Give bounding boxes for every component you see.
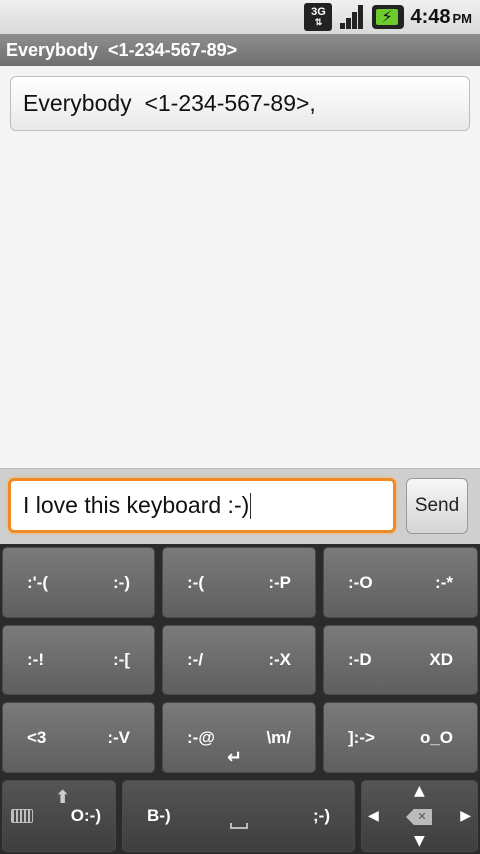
emoticon-left: ]:-> — [348, 727, 375, 747]
emoticon-right: \m/ — [266, 727, 291, 747]
emoticon-keyboard: :'-( :-) :-( :-P :-O :-* :-! :-[ :-/ :-X… — [0, 544, 480, 854]
space-icon — [230, 823, 248, 829]
emoticon-right: XD — [429, 650, 453, 669]
message-input[interactable]: I love this keyboard :-) — [8, 478, 396, 533]
emoticon-left: :-D — [348, 650, 372, 669]
emoticon-left: :-O — [348, 572, 373, 592]
emoticon-right: :-* — [435, 572, 453, 592]
emoticon-right: :-[ — [113, 650, 130, 669]
emoticon-left: :-( — [187, 572, 204, 592]
emoticon-right: o_O — [419, 727, 453, 747]
network-type-label: 3G — [311, 6, 326, 18]
key-r3-c1[interactable]: <3 :-V — [2, 702, 155, 773]
arrow-down-icon[interactable]: ▼ — [414, 833, 425, 849]
emoticon-left: :-/ — [187, 650, 204, 669]
arrow-up-icon[interactable]: ▲ — [414, 783, 425, 799]
emoticon-right: :-X — [268, 650, 291, 669]
clock-time: 4:48 — [410, 5, 451, 28]
mode-key-label: O:-) — [70, 806, 101, 825]
arrow-right-icon[interactable]: ▶ — [460, 808, 471, 824]
text-cursor — [250, 492, 252, 519]
message-text: I love this keyboard :-) — [23, 492, 250, 518]
key-r3-c2[interactable]: :-@ \m/ ↵ — [162, 702, 316, 773]
space-left-emoticon: B-) — [147, 806, 171, 825]
emoticon-left: <3 — [27, 727, 47, 747]
recipients-field[interactable]: Everybody <1-234-567-89>, — [10, 76, 470, 131]
keyboard-icon — [11, 809, 33, 823]
key-r1-c2[interactable]: :-( :-P — [162, 547, 316, 618]
compose-bar: I love this keyboard :-) Send — [0, 468, 480, 544]
mode-key[interactable]: ⬆ O:-) — [2, 780, 116, 852]
conversation-title: Everybody <1-234-567-89> — [6, 39, 238, 60]
clock: 4:48 PM — [410, 6, 472, 29]
arrow-left-icon[interactable]: ◀ — [368, 808, 379, 824]
space-right-emoticon: ;-) — [313, 806, 330, 825]
key-r1-c1[interactable]: :'-( :-) — [2, 547, 155, 618]
delete-icon[interactable]: ✕ — [406, 809, 432, 825]
emoticon-left: :'-( — [27, 572, 49, 592]
shift-up-icon: ⬆ — [55, 787, 71, 808]
recipients-value: Everybody <1-234-567-89>, — [23, 90, 316, 116]
key-r2-c1[interactable]: :-! :-[ — [2, 625, 155, 695]
conversation-title-bar: Everybody <1-234-567-89> — [0, 34, 480, 66]
space-key[interactable]: B-) ;-) — [122, 780, 355, 852]
key-r2-c3[interactable]: :-D XD — [323, 625, 478, 695]
signal-icon — [338, 3, 366, 31]
key-r3-c3[interactable]: ]:-> o_O — [323, 702, 478, 773]
conversation-area — [0, 140, 480, 468]
key-r2-c2[interactable]: :-/ :-X — [162, 625, 316, 695]
dpad-key[interactable]: ▲ ▼ ◀ ▶ ✕ — [361, 780, 478, 852]
3g-icon: 3G ⇅ — [304, 3, 333, 31]
emoticon-left: :-@ — [187, 727, 215, 747]
enter-icon: ↵ — [227, 747, 243, 768]
emoticon-right: :-V — [107, 727, 130, 747]
key-r1-c3[interactable]: :-O :-* — [323, 547, 478, 618]
emoticon-right: :-P — [268, 572, 291, 592]
emoticon-left: :-! — [27, 650, 44, 669]
emoticon-right: :-) — [113, 572, 130, 592]
status-bar: 3G ⇅ 4:48PM — [0, 0, 480, 34]
clock-ampm: PM — [452, 10, 473, 26]
battery-charging-icon — [372, 5, 405, 29]
send-button-label: Send — [414, 495, 460, 516]
send-button[interactable]: Send — [406, 478, 468, 534]
